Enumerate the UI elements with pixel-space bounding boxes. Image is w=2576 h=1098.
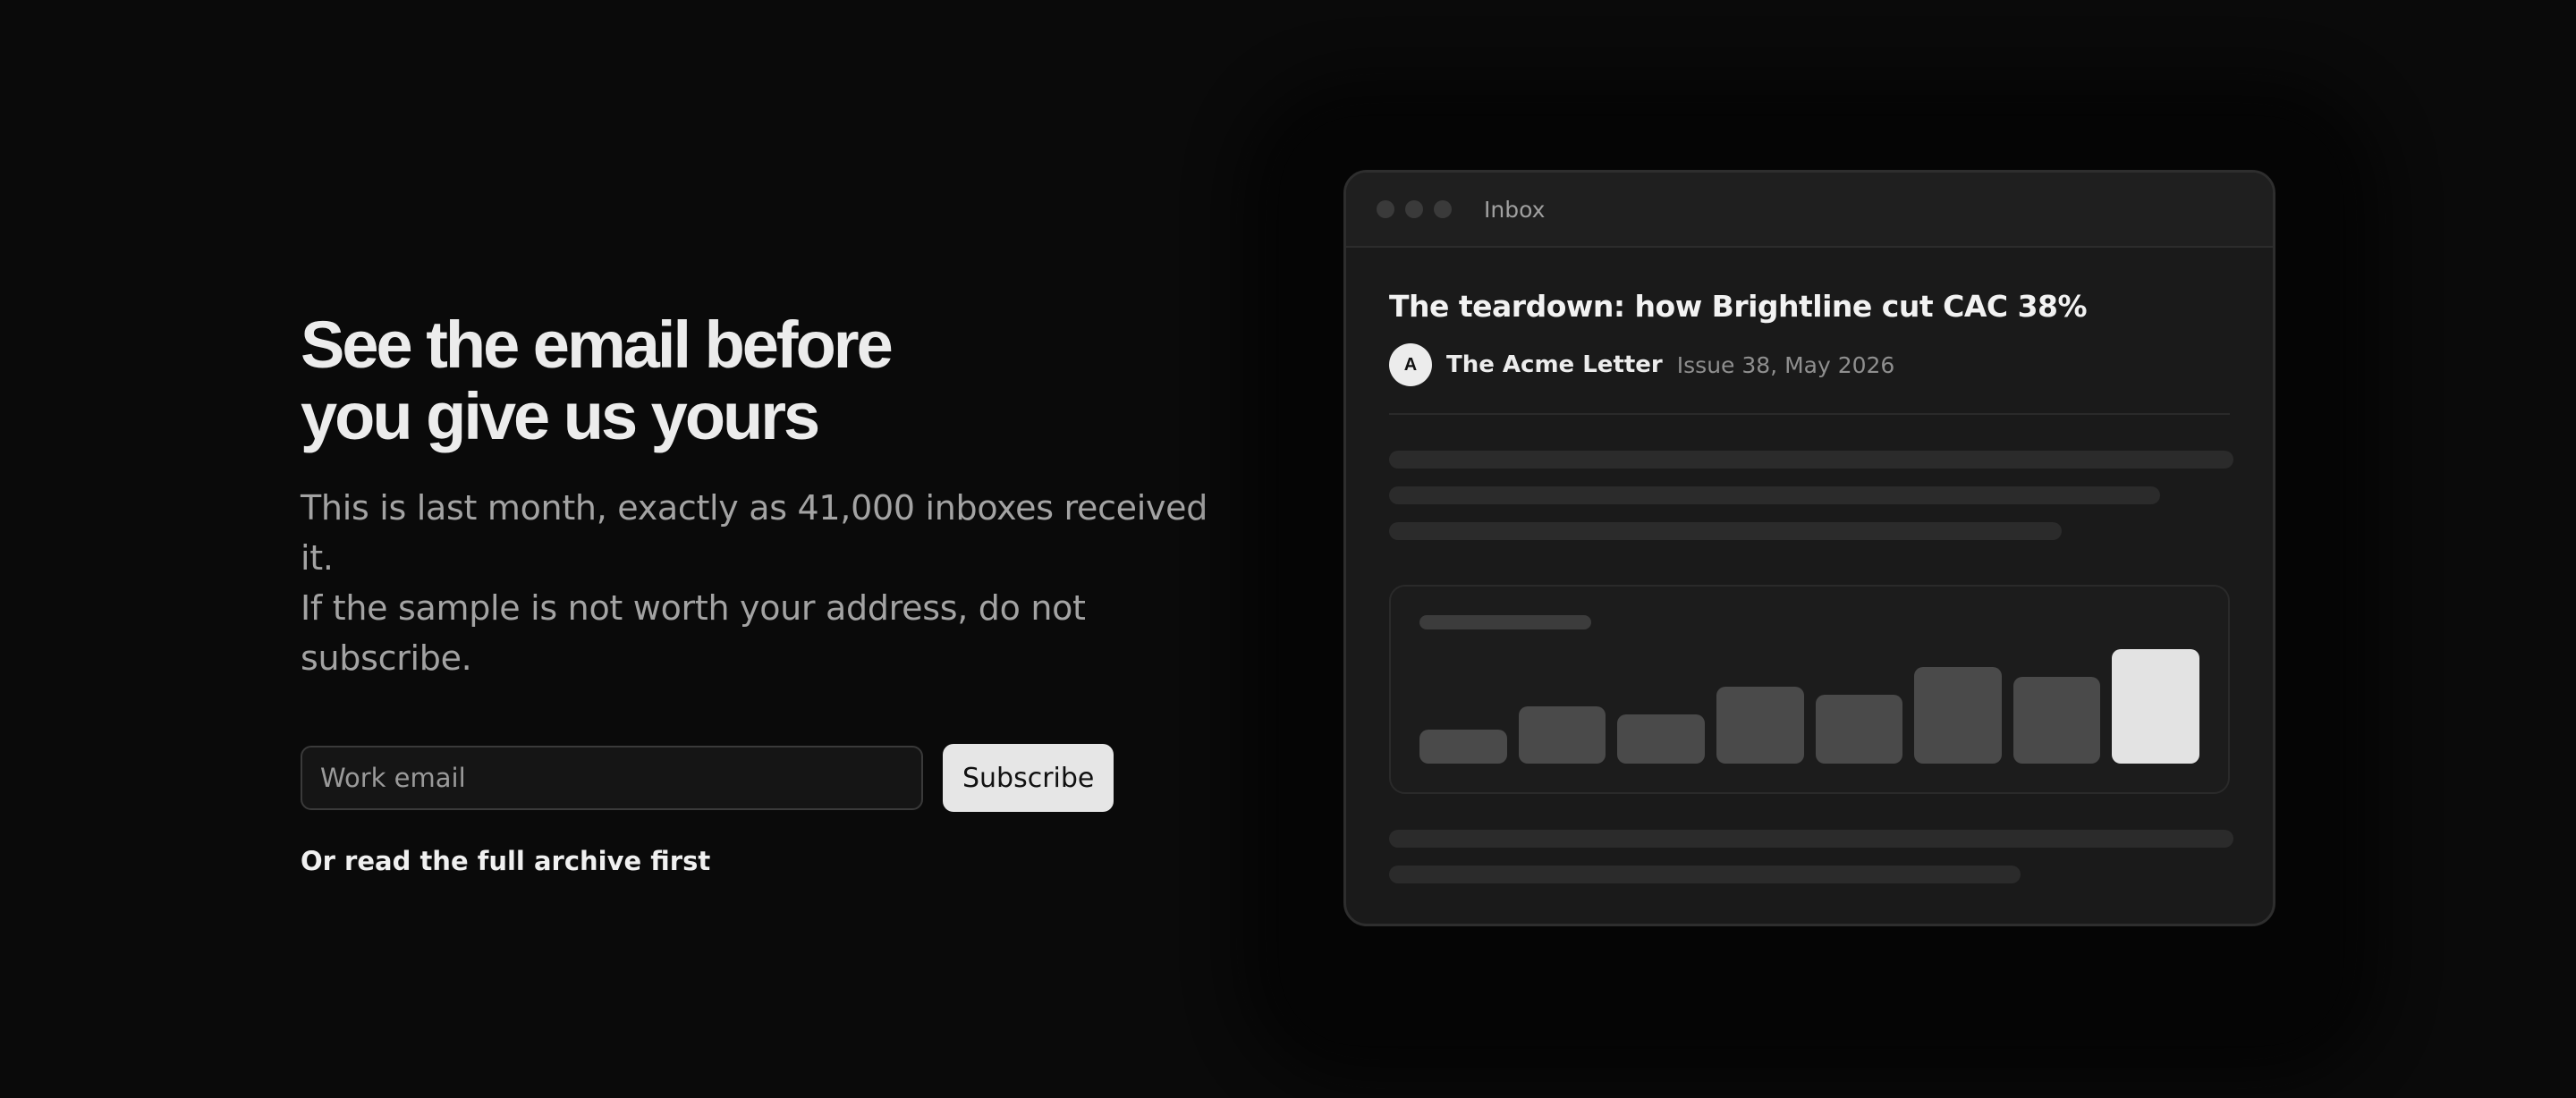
text-placeholder-line xyxy=(1389,866,2021,883)
window-title: Inbox xyxy=(1484,196,1546,223)
hero-headline: See the email before you give us yours xyxy=(301,309,1249,452)
window-dot-icon xyxy=(1434,200,1452,218)
window-dot-icon xyxy=(1405,200,1423,218)
email-subject: The teardown: how Brightline cut CAC 38% xyxy=(1389,289,2088,324)
window-dot-icon xyxy=(1377,200,1394,218)
hero-subcopy: This is last month, exactly as 41,000 in… xyxy=(301,483,1249,683)
page: See the email before you give us yours T… xyxy=(0,0,2576,1098)
chart-bar xyxy=(1518,706,1606,764)
subscribe-button[interactable]: Subscribe xyxy=(943,744,1114,812)
email-preview-window: Inbox The teardown: how Brightline cut C… xyxy=(1343,170,2275,926)
chart-bar xyxy=(2012,676,2101,764)
issue-meta: Issue 38, May 2026 xyxy=(1676,351,1895,378)
email-input[interactable] xyxy=(301,746,923,810)
hero-section: See the email before you give us yours T… xyxy=(301,309,1249,876)
text-placeholder-group xyxy=(1389,451,2233,540)
text-placeholder-line xyxy=(1389,486,2160,504)
chart-bar xyxy=(1815,695,1903,764)
sender-name: The Acme Letter xyxy=(1446,351,1663,378)
chart-bar xyxy=(1716,687,1804,764)
divider xyxy=(1389,413,2230,415)
headline-line-2: you give us yours xyxy=(301,379,820,453)
archive-link[interactable]: Or read the full archive first xyxy=(301,846,710,876)
headline-line-1: See the email before xyxy=(301,308,894,382)
email-body: The teardown: how Brightline cut CAC 38%… xyxy=(1346,248,2273,883)
text-placeholder-line xyxy=(1389,451,2233,469)
avatar: A xyxy=(1389,343,1432,386)
subscribe-form: Subscribe xyxy=(301,744,1249,812)
text-placeholder-group xyxy=(1389,830,2233,883)
subcopy-line-2: If the sample is not worth your address,… xyxy=(301,588,1086,678)
chart-bar xyxy=(1914,667,2002,764)
text-placeholder-line xyxy=(1389,830,2233,848)
text-placeholder-line xyxy=(1389,522,2062,540)
chart-bar-highlight xyxy=(2112,649,2199,764)
subcopy-line-1: This is last month, exactly as 41,000 in… xyxy=(301,488,1208,578)
chart-card xyxy=(1389,585,2230,794)
chart-bar xyxy=(1617,714,1705,764)
bar-chart xyxy=(1419,649,2199,764)
chart-bar xyxy=(1419,729,1507,764)
chart-title-placeholder xyxy=(1419,615,1591,629)
sender-row: A The Acme Letter Issue 38, May 2026 xyxy=(1389,343,2230,386)
window-titlebar: Inbox xyxy=(1346,173,2273,248)
